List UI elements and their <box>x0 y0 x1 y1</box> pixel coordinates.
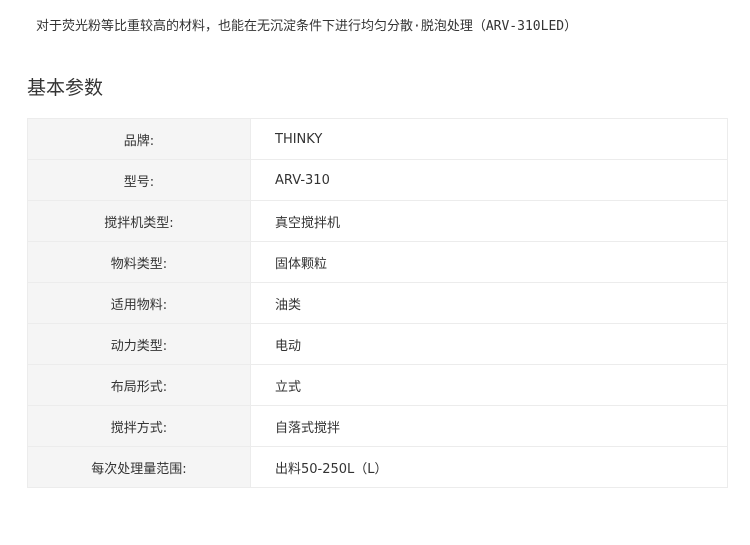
param-label-model: 型号: <box>27 159 251 201</box>
param-label-brand: 品牌: <box>27 118 251 160</box>
param-value-applicable-material: 油类 <box>250 282 728 324</box>
table-row: 品牌: THINKY <box>27 118 728 160</box>
param-label-mixing-method: 搅拌方式: <box>27 405 251 447</box>
section-title: 基本参数 <box>27 77 104 99</box>
param-value-layout: 立式 <box>250 364 728 406</box>
param-label-power-type: 动力类型: <box>27 323 251 365</box>
param-value-brand: THINKY <box>250 118 728 160</box>
param-value-mixing-method: 自落式搅拌 <box>250 405 728 447</box>
table-row: 搅拌机类型: 真空搅拌机 <box>27 200 728 242</box>
param-value-power-type: 电动 <box>250 323 728 365</box>
table-row: 型号: ARV-310 <box>27 159 728 201</box>
parameters-table: 品牌: THINKY 型号: ARV-310 搅拌机类型: 真空搅拌机 物料类型… <box>27 118 728 488</box>
table-row: 适用物料: 油类 <box>27 282 728 324</box>
param-label-material-type: 物料类型: <box>27 241 251 283</box>
param-value-mixer-type: 真空搅拌机 <box>250 200 728 242</box>
table-row: 动力类型: 电动 <box>27 323 728 365</box>
param-label-mixer-type: 搅拌机类型: <box>27 200 251 242</box>
table-row: 布局形式: 立式 <box>27 364 728 406</box>
param-label-capacity-range: 每次处理量范围: <box>27 446 251 488</box>
table-row: 每次处理量范围: 出料50-250L（L） <box>27 446 728 488</box>
param-label-applicable-material: 适用物料: <box>27 282 251 324</box>
param-value-capacity-range: 出料50-250L（L） <box>250 446 728 488</box>
param-label-layout: 布局形式: <box>27 364 251 406</box>
table-row: 搅拌方式: 自落式搅拌 <box>27 405 728 447</box>
intro-text: 对于荧光粉等比重较高的材料，也能在无沉淀条件下进行均匀分散·脱泡处理（ARV-3… <box>36 19 578 34</box>
param-value-model: ARV-310 <box>250 159 728 201</box>
param-value-material-type: 固体颗粒 <box>250 241 728 283</box>
table-row: 物料类型: 固体颗粒 <box>27 241 728 283</box>
